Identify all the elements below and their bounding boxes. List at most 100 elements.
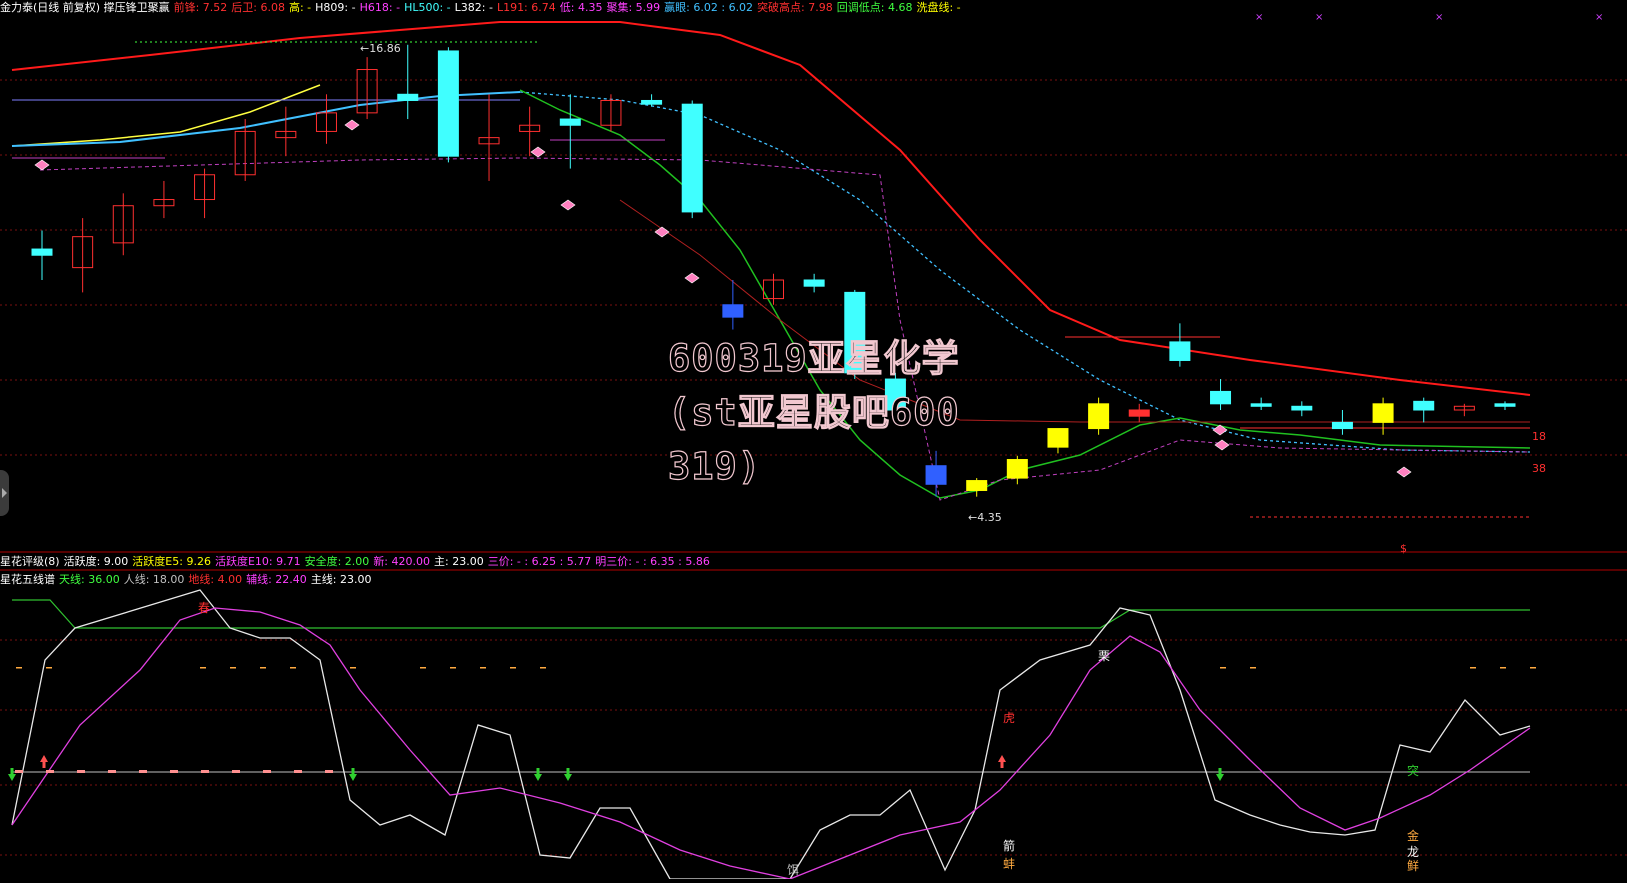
orange-dash-marker — [350, 667, 356, 669]
candle-body — [31, 248, 53, 256]
orange-dash-marker — [1500, 667, 1506, 669]
orange-dash-marker — [1530, 667, 1536, 669]
pink-dash-marker — [232, 770, 240, 773]
pink-dash-marker — [108, 770, 116, 773]
orange-dash-marker — [260, 667, 266, 669]
bottom-marker: $ — [1400, 542, 1407, 555]
watermark-line-1: 600319亚星化学 — [667, 336, 960, 380]
header-ind2-item: 辅线: 22.40 — [246, 573, 307, 586]
high-price-label: ←16.86 — [360, 42, 401, 55]
fuxian-line — [11, 607, 1531, 880]
header-top-item: 高: - — [288, 1, 312, 14]
header-top-item: 聚集: 5.99 — [606, 1, 661, 14]
candle-body — [641, 99, 663, 105]
header-top-item: 赢眼: 6.02 : 6.02 — [664, 1, 754, 14]
header-top-item: 突破高点: 7.98 — [757, 1, 833, 14]
pink-dash-marker — [170, 770, 178, 773]
ind-label-tu: 突 — [1407, 763, 1419, 778]
orange-dash-marker — [1250, 667, 1256, 669]
candle-body — [1006, 459, 1028, 479]
header-top-item: HL500: - — [404, 1, 451, 14]
low-price-label: ←4.35 — [968, 511, 1002, 524]
signal-arrow — [564, 768, 572, 781]
top-cross-marker: × — [1595, 12, 1603, 23]
rating-header: 星花评级(8) 活跃度: 9.00 活跃度E5: 9.26 活跃度E10: 9.71 安… — [0, 554, 714, 570]
candle-body — [1291, 405, 1313, 411]
signal-arrow — [40, 755, 48, 768]
header-top-item: L382: - — [454, 1, 493, 14]
orange-dash-marker — [1470, 667, 1476, 669]
header-ind2-item: 天线: 36.00 — [59, 573, 120, 586]
pink-dash-marker — [263, 770, 271, 773]
candle-body — [1128, 409, 1150, 417]
header-top-item: 低: 4.35 — [559, 1, 603, 14]
orange-dash-marker — [420, 667, 426, 669]
candle-body — [1413, 400, 1435, 411]
signal-arrow — [998, 755, 1006, 768]
ind-label-er: 饵 — [787, 863, 799, 877]
header-ind1-item: 主: 23.00 — [434, 555, 484, 568]
ind-label-long: 龙 — [1407, 845, 1419, 859]
candle-body — [1088, 403, 1110, 430]
orange-dash-marker — [450, 667, 456, 669]
header-ind2-item: 人线: 18.00 — [123, 573, 185, 586]
candle-body — [1494, 403, 1516, 407]
header-ind1-item: 安全度: 2.00 — [304, 555, 370, 568]
zhuxian-line — [11, 589, 1531, 880]
watermark-line-3: 319) — [667, 444, 762, 488]
header-top-item: H618: - — [359, 1, 401, 14]
signal-arrow — [8, 768, 16, 781]
ind-label-chun: 春 — [198, 601, 210, 615]
signal-diamond — [654, 226, 670, 238]
signal-diamond — [344, 119, 360, 131]
top-cross-marker: × — [1315, 12, 1323, 23]
right-label-upper: 18 — [1532, 430, 1546, 443]
header-ind1-item: 明三价: - : 6.35 : 5.86 — [595, 555, 710, 568]
ind-label-jin: 金 — [1407, 828, 1419, 843]
panel-collapse-handle[interactable] — [0, 470, 9, 516]
pink-dash-marker — [139, 770, 147, 773]
header-ind1-item: 星花评级(8) — [0, 555, 60, 568]
header-ind2-item: 星花五线谱 — [0, 573, 55, 586]
candle-body — [681, 103, 703, 213]
pink-dash-marker — [294, 770, 302, 773]
candle-body — [722, 304, 744, 318]
signal-arrow — [1216, 768, 1224, 781]
candle-body — [966, 480, 988, 491]
ind-label-xian: 鲜 — [1407, 859, 1419, 873]
top-cross-marker: × — [1435, 12, 1443, 23]
candle-body — [1372, 403, 1394, 423]
signal-diamond — [1396, 466, 1412, 478]
orange-dash-marker — [510, 667, 516, 669]
orange-dash-marker — [230, 667, 236, 669]
orange-dash-marker — [540, 667, 546, 669]
pink-dash-marker — [201, 770, 209, 773]
candle-body — [1250, 403, 1272, 407]
candle-body — [1047, 428, 1069, 448]
ind-label-li: 栗 — [1098, 649, 1110, 663]
signal-diamond — [34, 159, 50, 171]
pink-dash-marker — [15, 770, 23, 773]
candle-body — [803, 279, 825, 287]
header-ind2-item: 主线: 23.00 — [310, 573, 372, 586]
signal-arrow — [534, 768, 542, 781]
header-top-item: 后卫: 6.08 — [231, 1, 285, 14]
header-top-item: 洗盘线: - — [916, 1, 961, 14]
top-cross-marker: × — [1255, 12, 1263, 23]
orange-dash-marker — [1220, 667, 1226, 669]
orange-dash-marker — [16, 667, 22, 669]
ind-label-bang: 蚌 — [1003, 857, 1015, 871]
orange-dash-marker — [46, 667, 52, 669]
ind-label-hu: 虎 — [1003, 711, 1015, 725]
price-header: 金力泰(日线 前复权) 撑压锋卫聚赢 前锋: 7.52 后卫: 6.08 高: - H8… — [0, 0, 965, 16]
signal-arrow — [349, 768, 357, 781]
pink-dash-marker — [46, 770, 54, 773]
five-line-header: 星花五线谱 天线: 36.00 人线: 18.00 地线: 4.00 辅线: 22.40… — [0, 572, 376, 588]
candle-body — [1169, 341, 1191, 361]
header-ind1-item: 活跃度: 9.00 — [63, 555, 129, 568]
candle-body — [1331, 421, 1353, 430]
pink-dash-marker — [77, 770, 85, 773]
pink-dash-marker — [325, 770, 333, 773]
signal-diamond — [1214, 439, 1230, 451]
right-label-lower: 38 — [1532, 462, 1546, 475]
